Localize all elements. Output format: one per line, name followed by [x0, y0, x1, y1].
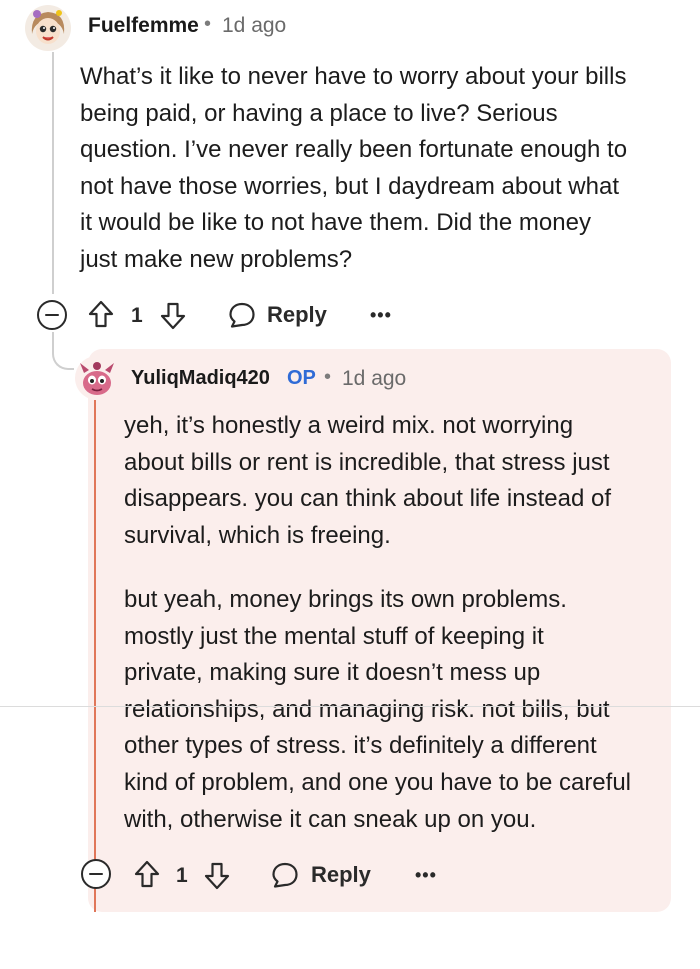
- reply-body-line: with, otherwise it can sneak up on you.: [124, 805, 537, 833]
- reply-body-line: private, making sure it doesn’t mess up: [124, 659, 541, 687]
- more-options-button[interactable]: •••: [370, 305, 392, 326]
- reply-body-line: yeh, it’s honestly a weird mix. not worr…: [124, 412, 574, 439]
- upvote-icon[interactable]: [134, 860, 160, 888]
- reply-body-line: mostly just the mental stuff of keeping …: [124, 622, 544, 650]
- reply-body: but yeah, money brings its own problems.…: [124, 582, 664, 838]
- reply-button[interactable]: Reply: [267, 302, 327, 328]
- comment-body-line: being paid, or having a place to live? S…: [80, 99, 558, 127]
- comment-body-line: What’s it like to never have to worry ab…: [80, 63, 627, 90]
- user-avatar[interactable]: [72, 355, 122, 401]
- downvote-icon[interactable]: [204, 862, 230, 890]
- screenshot-seam: [0, 706, 700, 707]
- vote-count: 1: [176, 864, 188, 887]
- reply-body-line: other types of stress. it’s definitely a…: [124, 732, 597, 760]
- pink-creature-avatar-icon: [75, 356, 119, 400]
- comment-body-line: not have those worries, but I daydream a…: [80, 172, 619, 200]
- comment-body-line: just make new problems?: [80, 245, 353, 273]
- reply-body: yeh, it’s honestly a weird mix. not worr…: [124, 408, 664, 554]
- reply-body-line: about bills or rent is incredible, that …: [124, 448, 610, 476]
- reply-body-line: survival, which is freeing.: [124, 521, 391, 549]
- reply-timestamp[interactable]: 1d ago: [342, 367, 406, 391]
- reply-button[interactable]: Reply: [311, 862, 371, 888]
- thread-connector: [52, 340, 74, 370]
- reply-bubble-icon[interactable]: [271, 861, 299, 889]
- collapse-thread-button[interactable]: [81, 859, 111, 889]
- op-highlight-line: [94, 886, 96, 912]
- comment-body: What’s it like to never have to worry ab…: [80, 59, 680, 279]
- reply-body-line: but yeah, money brings its own problems.: [124, 586, 567, 613]
- reply-body-line: kind of problem, and one you have to be …: [124, 768, 631, 796]
- vote-count: 1: [131, 304, 143, 327]
- thread-line: [52, 52, 54, 294]
- downvote-icon[interactable]: [160, 302, 186, 330]
- collapse-thread-button[interactable]: [37, 300, 67, 330]
- comment-body-line: question. I’ve never really been fortuna…: [80, 136, 628, 164]
- comment-timestamp[interactable]: 1d ago: [222, 14, 286, 38]
- user-avatar[interactable]: [22, 4, 74, 52]
- comment-username[interactable]: Fuelfemme: [88, 14, 199, 38]
- upvote-icon[interactable]: [88, 300, 114, 328]
- more-options-button[interactable]: •••: [415, 865, 437, 886]
- reply-bubble-icon[interactable]: [228, 301, 256, 329]
- reply-username[interactable]: YuliqMadiq420: [131, 367, 270, 390]
- op-highlight-line: [94, 400, 96, 860]
- reply-body-line: disappears. you can think about life ins…: [124, 485, 611, 513]
- cartoon-avatar-icon: [25, 5, 71, 51]
- reply-body-line: relationships, and managing risk. not bi…: [124, 695, 610, 723]
- op-badge: OP: [287, 367, 316, 389]
- separator-dot: •: [204, 13, 212, 35]
- comment-body-line: it would be like to not have them. Did t…: [80, 209, 591, 237]
- separator-dot: •: [324, 366, 332, 388]
